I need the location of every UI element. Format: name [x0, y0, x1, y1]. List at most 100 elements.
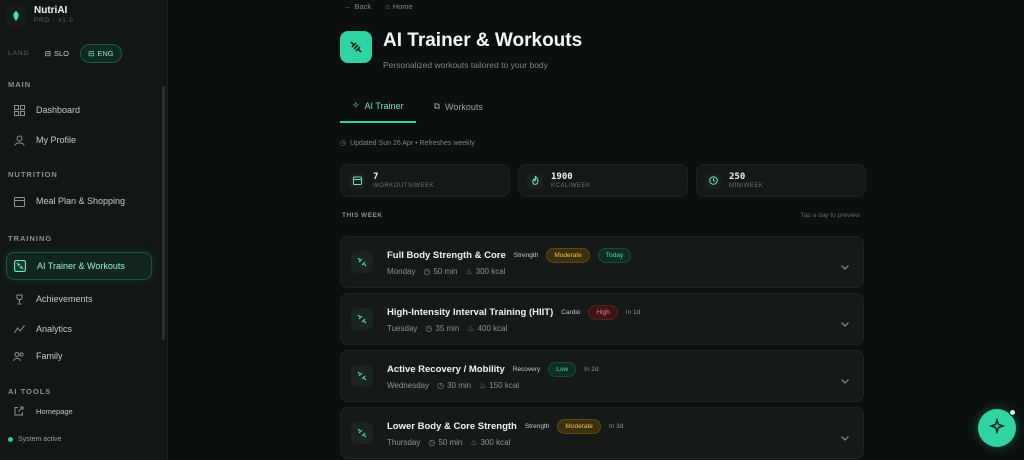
clock-icon: ◷ — [340, 140, 347, 147]
system-status: System active — [8, 436, 62, 443]
stat-label: KCAL/WEEK — [551, 183, 591, 189]
workout-day: Thursday — [387, 438, 421, 447]
tab-bar: ✧ AI Trainer ⧉ Workouts — [340, 97, 501, 123]
sidebar-item-label: AI Trainer & Workouts — [37, 261, 125, 271]
sidebar: NutriAI PRO · v1.0 LANG ⊟ SLO ⊟ ENG MAIN… — [0, 0, 168, 460]
flame-icon: ♨ — [479, 381, 487, 390]
tab-workouts[interactable]: ⧉ Workouts — [422, 97, 495, 123]
week-title: THIS WEEK — [342, 212, 383, 219]
clock-icon — [705, 172, 721, 189]
sidebar-item-analytics[interactable]: Analytics — [6, 315, 152, 343]
chevron-down-icon[interactable] — [841, 257, 849, 275]
back-link[interactable]: ← Back — [344, 2, 371, 11]
intensity-badge: Moderate — [546, 248, 590, 263]
chevron-down-icon[interactable] — [841, 371, 849, 389]
flame-icon: ♨ — [465, 267, 473, 276]
clock-icon: ◷ — [428, 438, 436, 447]
workout-card[interactable]: Active Recovery / Mobility Recovery Low … — [340, 350, 864, 402]
workout-day: Tuesday — [387, 324, 418, 333]
tab-label: AI Trainer — [364, 100, 404, 111]
workout-type: Strength — [524, 423, 550, 430]
sidebar-item-ai-trainer[interactable]: AI Trainer & Workouts — [6, 252, 152, 280]
grid-icon — [12, 103, 26, 117]
flag-icon: ⊟ — [88, 49, 95, 58]
workout-kcal: ♨ 150 kcal — [479, 381, 519, 390]
dumbbell-icon: ⧉ — [433, 101, 440, 111]
stat-card: 250 MIN/WEEK — [696, 164, 866, 197]
stat-label: WORKOUTS/WEEK — [373, 183, 435, 189]
duration-value: 35 min — [435, 324, 460, 333]
kcal-value: 400 kcal — [477, 324, 508, 333]
sidebar-item-label: Family — [36, 351, 63, 361]
brand[interactable]: NutriAI PRO · v1.0 — [6, 5, 74, 26]
sidebar-item-achievements[interactable]: Achievements — [6, 285, 152, 313]
status-text: System active — [18, 436, 62, 443]
clock-icon: ◷ — [425, 324, 433, 333]
brand-version: PRO · v1.0 — [34, 18, 74, 24]
intensity-badge: Low — [548, 362, 577, 377]
kcal-value: 300 kcal — [480, 438, 511, 447]
workout-type: Strength — [513, 252, 539, 259]
sidebar-item-label: Homepage — [36, 406, 73, 416]
section-ai-tools: AI TOOLS — [8, 387, 52, 396]
duration-value: 50 min — [438, 438, 463, 447]
page-subtitle: Personalized workouts tailored to your b… — [383, 60, 548, 70]
sidebar-scrollbar[interactable] — [162, 86, 165, 340]
flame-icon — [527, 172, 543, 189]
sidebar-item-homepage[interactable]: Homepage — [6, 401, 152, 421]
workout-duration: ◷ 50 min — [428, 438, 462, 447]
status-dot-icon — [8, 437, 13, 442]
stats-row: 7 WORKOUTS/WEEK 1900 KCAL/WEEK 250 MIN/W… — [340, 164, 866, 197]
sidebar-item-profile[interactable]: My Profile — [6, 126, 152, 154]
workout-name: Active Recovery / Mobility — [387, 364, 505, 375]
duration-value: 30 min — [447, 381, 472, 390]
kcal-value: 300 kcal — [475, 267, 506, 276]
chevron-down-icon[interactable] — [841, 314, 849, 332]
workout-duration: ◷ 35 min — [425, 324, 459, 333]
sidebar-item-label: Analytics — [36, 324, 73, 334]
workout-name: Full Body Strength & Core — [387, 250, 506, 261]
workout-duration: ◷ 30 min — [437, 381, 471, 390]
stat-label: MIN/WEEK — [729, 183, 764, 189]
workout-card[interactable]: Lower Body & Core Strength Strength Mode… — [340, 407, 864, 459]
due-badge: Today — [597, 248, 632, 263]
home-link[interactable]: ⌂ Home — [385, 2, 413, 11]
workout-day: Monday — [387, 267, 416, 276]
workout-day: Wednesday — [387, 381, 430, 390]
workout-card[interactable]: Full Body Strength & Core Strength Moder… — [340, 236, 864, 288]
external-link-icon — [12, 404, 26, 418]
workout-duration: ◷ 50 min — [423, 267, 457, 276]
sidebar-item-meal-plan[interactable]: Meal Plan & Shopping — [6, 187, 152, 215]
updated-note: ◷ Updated Sun 26 Apr • Refreshes weekly — [340, 139, 475, 148]
brand-name: NutriAI — [34, 5, 68, 16]
dumbbell-icon — [351, 251, 373, 273]
sidebar-item-family[interactable]: Family — [6, 342, 152, 370]
user-icon — [12, 133, 26, 147]
language-switcher: LANG ⊟ SLO ⊟ ENG — [8, 44, 122, 63]
workout-card[interactable]: High-Intensity Interval Training (HIIT) … — [340, 293, 864, 345]
flame-icon: ♨ — [467, 324, 475, 333]
leaf-logo-icon — [6, 5, 26, 26]
lang-option-eng[interactable]: ⊟ ENG — [80, 44, 122, 63]
stat-value: 7 — [373, 172, 379, 182]
due-badge: In 2d — [584, 366, 599, 373]
home-label: Home — [392, 2, 413, 11]
lang-option-slo[interactable]: ⊟ SLO — [38, 45, 76, 62]
sparkle-icon — [988, 416, 1006, 439]
chevron-down-icon[interactable] — [841, 428, 849, 446]
ai-assistant-button[interactable] — [978, 409, 1016, 447]
workout-name: Lower Body & Core Strength — [387, 421, 517, 432]
lang-option-label: SLO — [54, 49, 70, 58]
calendar-icon — [349, 172, 365, 189]
dumbbell-icon — [340, 31, 372, 63]
intensity-badge: Moderate — [557, 419, 601, 434]
kcal-value: 150 kcal — [489, 381, 520, 390]
notification-dot-icon — [1009, 409, 1016, 416]
sidebar-item-label: My Profile — [36, 135, 77, 145]
sidebar-item-dashboard[interactable]: Dashboard — [6, 96, 152, 124]
tab-ai-trainer[interactable]: ✧ AI Trainer — [340, 97, 416, 123]
duration-value: 50 min — [433, 267, 458, 276]
sidebar-item-label: Dashboard — [36, 105, 81, 115]
stat-value: 250 — [729, 172, 746, 182]
dumbbell-icon — [351, 365, 373, 387]
